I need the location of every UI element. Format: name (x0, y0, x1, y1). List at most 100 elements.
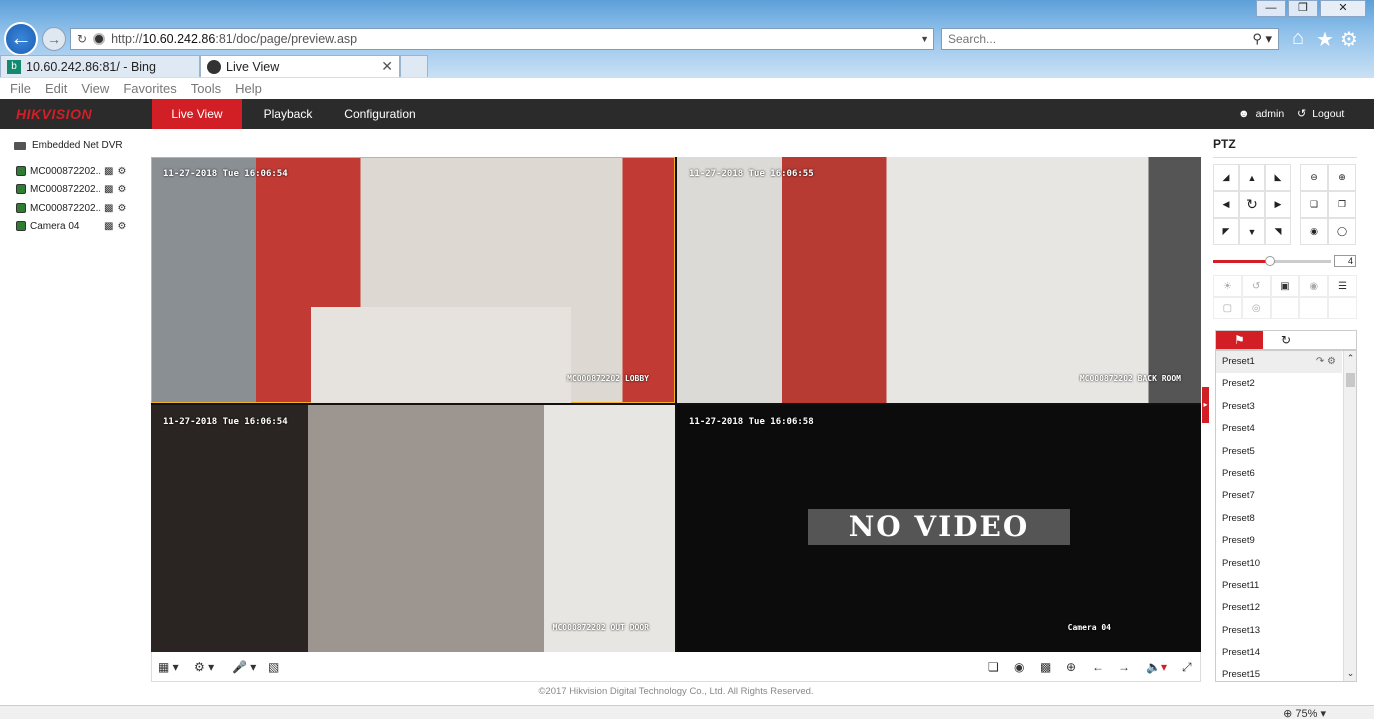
preset-scrollbar[interactable]: ⌃ ⌄ (1343, 351, 1356, 681)
ptz-up-button[interactable]: ▲ (1239, 164, 1265, 191)
preset-actions-icon[interactable]: ↷ ⚙ (1316, 351, 1336, 373)
search-box[interactable]: ⚲ ▾ (941, 28, 1279, 50)
auxiliary-focus-icon[interactable]: ▣ (1270, 275, 1300, 297)
tab-pattern[interactable] (1309, 331, 1356, 349)
ptz-speed-slider[interactable] (1213, 256, 1331, 266)
record-clip-icon[interactable]: ▩ (1040, 660, 1051, 674)
preset-item[interactable]: Preset14 (1216, 642, 1342, 664)
preset-item[interactable]: Preset8 (1216, 508, 1342, 530)
preset-item[interactable]: Preset13 (1216, 620, 1342, 642)
tree-root[interactable]: Embedded Net DVR (14, 140, 123, 151)
preset-item[interactable]: Preset2 (1216, 373, 1342, 395)
light-icon[interactable]: ☀ (1213, 275, 1242, 297)
stop-all-icon[interactable]: ❏ (988, 660, 999, 674)
record-icon[interactable]: ▩ (104, 203, 113, 214)
preset-item[interactable]: Preset15 (1216, 664, 1342, 681)
camera-item-4[interactable]: Camera 04 ▩ ⚙ (16, 218, 126, 234)
gear-icon[interactable]: ⚙ (1340, 27, 1358, 52)
video-tile-camera-04[interactable]: 11-27-2018 Tue 16:06:58 NO VIDEO Camera … (677, 405, 1201, 652)
preset-item[interactable]: Preset1 ↷ ⚙ (1216, 351, 1342, 374)
record-icon[interactable]: ▩ (104, 184, 113, 195)
manual-tracking-icon[interactable]: ▢ (1213, 297, 1242, 319)
address-dropdown-icon[interactable]: ▼ (920, 34, 929, 44)
maximize-button[interactable]: ❐ (1288, 0, 1318, 17)
menu-edit[interactable]: Edit (45, 81, 67, 96)
focus-far-icon[interactable]: ❐ (1328, 191, 1356, 218)
ptz-auto-button[interactable]: ↻ (1239, 191, 1265, 218)
microphone-icon[interactable]: 🎤 ▾ (232, 660, 256, 674)
stream-icon[interactable]: ⚙ (117, 184, 126, 195)
talk-icon[interactable]: ▧ (268, 660, 279, 674)
record-icon[interactable]: ▩ (104, 166, 113, 177)
tab-patrol[interactable]: ↻ (1263, 331, 1310, 349)
ptz-up-left-button[interactable]: ◢ (1213, 164, 1239, 191)
capture-icon[interactable]: ◉ (1014, 660, 1024, 674)
volume-icon[interactable]: 🔈▾ (1146, 660, 1167, 674)
preset-item[interactable]: Preset11 (1216, 575, 1342, 597)
scroll-down-icon[interactable]: ⌄ (1344, 668, 1356, 679)
nav-live-view[interactable]: Live View (152, 99, 242, 129)
back-button[interactable]: ← (4, 22, 38, 56)
search-icon[interactable]: ⚲ ▾ (1252, 31, 1272, 47)
preset-item[interactable]: Preset5 (1216, 441, 1342, 463)
wiper-icon[interactable]: ↺ (1241, 275, 1271, 297)
slider-knob[interactable] (1264, 256, 1275, 266)
ptz-speed-value[interactable]: 4 (1334, 255, 1356, 267)
fullscreen-icon[interactable]: ⤢ (1182, 660, 1192, 675)
preset-item[interactable]: Preset10 (1216, 553, 1342, 575)
lens-init-icon[interactable]: ◉ (1299, 275, 1329, 297)
tab-preset[interactable]: ⚑ (1216, 331, 1263, 349)
new-tab-button[interactable] (400, 55, 428, 77)
menu-tools[interactable]: Tools (191, 81, 221, 96)
next-page-icon[interactable]: → (1118, 660, 1130, 674)
nav-playback[interactable]: Playback (250, 99, 326, 129)
tab-live-view[interactable]: Live View ✕ (200, 55, 400, 77)
zoom-level[interactable]: ⊕ 75% ▾ (1283, 707, 1326, 720)
menu-icon[interactable]: ☰ (1328, 275, 1357, 297)
preset-item[interactable]: Preset12 (1216, 597, 1342, 619)
zoom-out-icon[interactable]: ⊖ (1300, 164, 1328, 191)
ptz-down-left-button[interactable]: ◤ (1213, 218, 1239, 245)
preset-item[interactable]: Preset7 (1216, 485, 1342, 507)
iris-open-icon[interactable]: ◯ (1328, 218, 1356, 245)
favorites-star-icon[interactable]: ★ (1316, 27, 1334, 52)
close-window-button[interactable]: ✕ (1320, 0, 1366, 17)
nav-configuration[interactable]: Configuration (336, 99, 424, 129)
search-input[interactable] (948, 32, 1228, 46)
ptz-left-button[interactable]: ◀ (1213, 191, 1239, 218)
stream-icon[interactable]: ⚙ (117, 221, 126, 232)
stream-icon[interactable]: ⚙ (117, 166, 126, 177)
ptz-right-button[interactable]: ▶ (1265, 191, 1291, 218)
preset-item[interactable]: Preset3 (1216, 396, 1342, 418)
camera-item-3[interactable]: MC000872202... ▩ ⚙ (16, 200, 126, 216)
zoom-in-icon[interactable]: ⊕ (1328, 164, 1356, 191)
video-tile-back-room[interactable]: 11-27-2018 Tue 16:06:55 MC000872202 BACK… (677, 157, 1201, 403)
digital-zoom-icon[interactable]: ⊕ (1066, 660, 1076, 674)
menu-help[interactable]: Help (235, 81, 262, 96)
stream-icon[interactable]: ⚙ (117, 203, 126, 214)
address-bar[interactable]: ↻ http://10.60.242.86:81/doc/page/previe… (70, 28, 934, 50)
forward-button[interactable]: → (42, 27, 66, 51)
preset-item[interactable]: Preset6 (1216, 463, 1342, 485)
camera-item-1[interactable]: MC000872202... ▩ ⚙ (16, 163, 126, 179)
refresh-icon[interactable]: ↻ (77, 32, 87, 46)
window-layout-icon[interactable]: ▦ ▾ (158, 660, 179, 674)
preset-item[interactable]: Preset9 (1216, 530, 1342, 552)
home-icon[interactable]: ⌂ (1292, 27, 1304, 50)
ptz-up-right-button[interactable]: ◣ (1265, 164, 1291, 191)
preset-item[interactable]: Preset4 (1216, 418, 1342, 440)
user-menu[interactable]: ☻ admin (1238, 99, 1284, 129)
video-tile-out-door[interactable]: 11-27-2018 Tue 16:06:54 MC000872202 OUT … (151, 405, 675, 652)
previous-page-icon[interactable]: ← (1092, 660, 1104, 674)
ptz-down-right-button[interactable]: ◥ (1265, 218, 1291, 245)
3d-zoom-icon[interactable]: ◎ (1241, 297, 1271, 319)
iris-close-icon[interactable]: ◉ (1300, 218, 1328, 245)
close-tab-icon[interactable]: ✕ (381, 58, 393, 75)
stream-type-icon[interactable]: ⚙ ▾ (194, 660, 214, 674)
camera-item-2[interactable]: MC000872202... ▩ ⚙ (16, 181, 126, 197)
menu-file[interactable]: File (10, 81, 31, 96)
scroll-thumb[interactable] (1346, 373, 1355, 387)
scroll-up-icon[interactable]: ⌃ (1344, 353, 1356, 364)
ptz-down-button[interactable]: ▼ (1239, 218, 1265, 245)
tab-bing[interactable]: b 10.60.242.86:81/ - Bing (0, 55, 200, 77)
